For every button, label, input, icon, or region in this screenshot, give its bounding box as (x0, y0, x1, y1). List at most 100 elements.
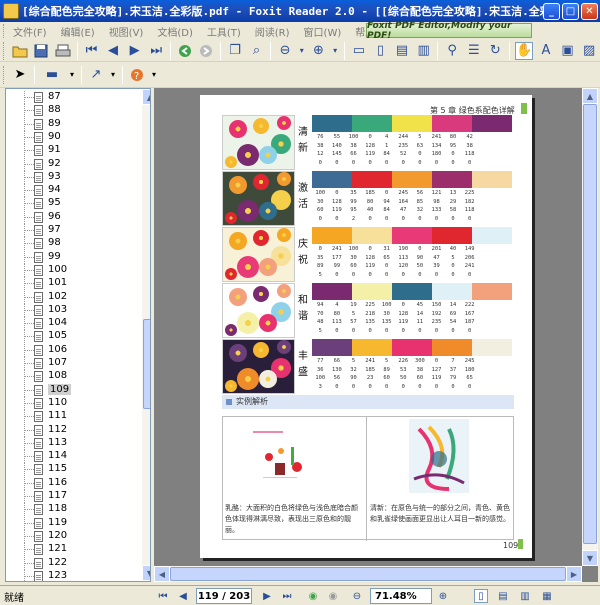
previous-page-icon[interactable]: ◀ (176, 589, 190, 603)
bookmark-item[interactable]: 106 (6, 343, 140, 357)
zoom-level-field[interactable]: 71.48% (370, 588, 432, 604)
bookmark-item[interactable]: 95 (6, 197, 140, 211)
bookmark-item[interactable]: 97 (6, 224, 140, 237)
typewriter-dropdown-icon[interactable]: ▾ (68, 66, 76, 84)
bookmark-item[interactable]: 88 (6, 104, 140, 118)
continuous-view-icon[interactable]: ☰ (465, 42, 483, 60)
last-page-icon[interactable]: ⏭ (147, 42, 165, 60)
zoom-out-icon[interactable]: ⊖ (276, 42, 294, 60)
actual-size-icon[interactable]: ▭ (350, 42, 368, 60)
document-view[interactable]: 第 5 章 绿色系配色详解 实例解析 乳酪：大面积的白色将绿色与浅色底暗合颜色体… (154, 88, 598, 582)
bookmark-item[interactable]: 107 (6, 357, 140, 370)
bookmark-item[interactable]: 94 (6, 184, 140, 198)
bookmark-item[interactable]: 103 (6, 303, 140, 317)
bookmark-item[interactable]: 93 (6, 170, 140, 184)
zoom-out-icon[interactable]: ⊖ (350, 589, 364, 603)
page-number-input[interactable]: 119 / 203 (196, 588, 252, 604)
scroll-up-icon[interactable]: ▲ (142, 89, 150, 105)
bookmark-item[interactable]: 110 (6, 396, 140, 410)
rotate-view-icon[interactable]: ↻ (487, 42, 505, 60)
document-horizontal-scrollbar[interactable]: ◀ ▶ (154, 566, 582, 582)
last-page-icon[interactable]: ⏭ (280, 589, 294, 603)
bookmark-item[interactable]: 108 (6, 370, 140, 384)
typewriter-icon[interactable]: ▬ (40, 66, 64, 84)
continuous-facing-icon[interactable]: ▦ (540, 589, 554, 603)
arrow-tool-icon[interactable]: ↗ (87, 66, 105, 84)
bookmark-item[interactable]: 101 (6, 277, 140, 291)
snapshot-icon[interactable]: ▣ (559, 42, 577, 60)
bookmark-item[interactable]: 117 (6, 490, 140, 503)
document-hscroll-thumb[interactable] (170, 567, 566, 581)
bookmark-item[interactable]: 116 (6, 476, 140, 490)
bookmark-item[interactable]: 121 (6, 543, 140, 557)
zoom-out-dropdown-icon[interactable]: ▾ (298, 42, 306, 60)
bookmark-item[interactable]: 118 (6, 503, 140, 517)
bookmark-item[interactable]: 90 (6, 130, 140, 144)
fit-page-icon[interactable]: ▯ (372, 42, 390, 60)
scroll-down-icon[interactable]: ▼ (142, 565, 150, 581)
bookmark-item[interactable]: 99 (6, 250, 140, 264)
close-button[interactable]: ✕ (581, 2, 598, 20)
arrow-tool-dropdown-icon[interactable]: ▾ (109, 66, 117, 84)
document-scroll-thumb[interactable] (583, 104, 597, 544)
foxit-app-icon[interactable] (3, 3, 19, 19)
zoom-in-icon[interactable]: ⊕ (310, 42, 328, 60)
bookmark-item[interactable]: 92 (6, 157, 140, 171)
bookmark-item[interactable]: 122 (6, 556, 140, 570)
next-page-icon[interactable]: ▶ (260, 589, 274, 603)
help-dropdown-icon[interactable]: ▾ (150, 66, 158, 84)
bookmark-item[interactable]: 112 (6, 423, 140, 437)
menu-tools[interactable]: 工具(T) (200, 24, 248, 39)
menu-read[interactable]: 阅读(R) (248, 24, 297, 39)
bookmark-item[interactable]: 96 (6, 210, 140, 224)
select-arrow-icon[interactable]: ➤ (11, 66, 29, 84)
bookmarks-scroll-thumb[interactable] (143, 319, 150, 409)
zoom-in-dropdown-icon[interactable]: ▾ (331, 42, 339, 60)
continuous-page-icon[interactable]: ▤ (496, 589, 510, 603)
bookmark-item[interactable]: 89 (6, 117, 140, 131)
copy-icon[interactable]: ❐ (226, 42, 244, 60)
bookmark-item[interactable]: 105 (6, 330, 140, 344)
toolbar-grip[interactable] (3, 65, 6, 84)
menu-window[interactable]: 窗口(W) (297, 24, 349, 39)
bookmark-item[interactable]: 115 (6, 463, 140, 477)
document-vertical-scrollbar[interactable]: ▲ ▼ (582, 88, 598, 566)
bookmark-item[interactable]: 119 (6, 516, 140, 530)
minimize-button[interactable]: _ (543, 2, 560, 20)
print-icon[interactable] (54, 42, 72, 60)
first-page-icon[interactable]: ⏮ (83, 42, 101, 60)
scroll-left-icon[interactable]: ◀ (154, 566, 170, 582)
menu-document[interactable]: 文档(D) (150, 24, 200, 39)
binoculars-search-icon[interactable]: ⚲ (443, 42, 461, 60)
bookmark-item[interactable]: 104 (6, 317, 140, 331)
menu-file[interactable]: 文件(F) (6, 24, 54, 39)
restore-button[interactable]: □ (562, 2, 579, 20)
fit-width-icon[interactable]: ▤ (393, 42, 411, 60)
zoom-in-icon[interactable]: ⊕ (436, 589, 450, 603)
select-text-icon[interactable]: A (537, 42, 555, 60)
bookmark-item[interactable]: 87 (6, 91, 140, 104)
facing-pages-icon[interactable]: ▥ (518, 589, 532, 603)
scroll-down-icon[interactable]: ▼ (582, 550, 598, 566)
bookmark-item[interactable]: 123 (6, 569, 140, 581)
bookmark-item[interactable]: 100 (6, 263, 140, 277)
first-page-icon[interactable]: ⏮ (156, 589, 170, 603)
scroll-up-icon[interactable]: ▲ (582, 88, 598, 104)
go-back-icon[interactable] (176, 42, 194, 60)
go-back-icon[interactable]: ◉ (306, 589, 320, 603)
find-text-icon[interactable]: ⌕ (248, 42, 266, 60)
go-forward-icon[interactable] (198, 42, 216, 60)
go-forward-icon[interactable]: ◉ (326, 589, 340, 603)
help-icon[interactable]: ? (128, 66, 146, 84)
scroll-right-icon[interactable]: ▶ (566, 566, 582, 582)
menu-edit[interactable]: 编辑(E) (54, 24, 102, 39)
bookmark-item[interactable]: 120 (6, 529, 140, 543)
bookmarks-scrollbar[interactable]: ▲ ▼ (142, 89, 150, 581)
menu-view[interactable]: 视图(V) (102, 24, 151, 39)
fit-visible-icon[interactable]: ▥ (415, 42, 433, 60)
bookmark-item[interactable]: 91 (6, 144, 140, 158)
bookmark-item[interactable]: 111 (6, 410, 140, 424)
bookmark-item[interactable]: 113 (6, 436, 140, 450)
bookmark-item[interactable]: 109 (6, 383, 140, 397)
bookmark-item[interactable]: 102 (6, 290, 140, 304)
